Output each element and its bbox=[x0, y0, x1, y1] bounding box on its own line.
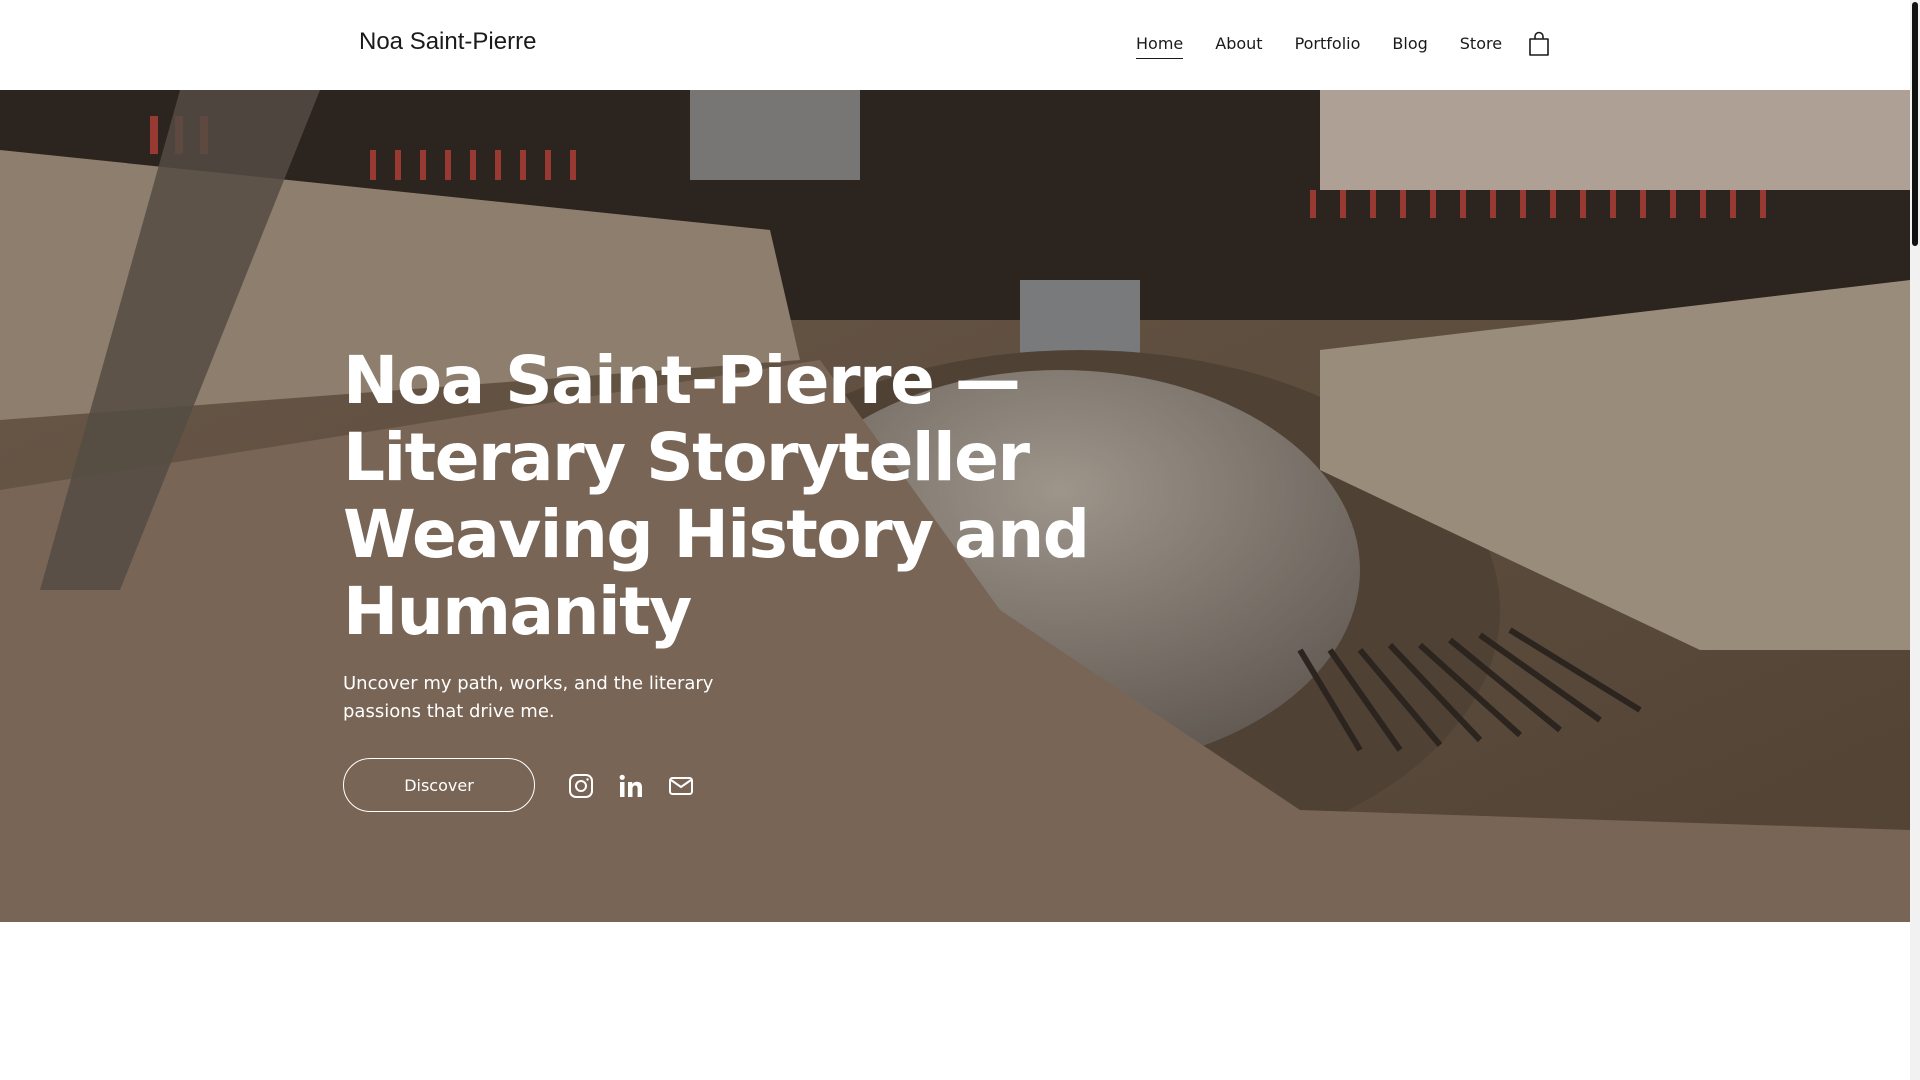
page: Noa Saint-Pierre Home About Portfolio Bl… bbox=[0, 0, 1920, 1080]
main-nav: Home About Portfolio Blog Store bbox=[1136, 34, 1534, 59]
nav-item-portfolio[interactable]: Portfolio bbox=[1295, 34, 1361, 57]
shopping-bag-icon[interactable] bbox=[1528, 31, 1550, 57]
nav-item-blog[interactable]: Blog bbox=[1392, 34, 1427, 57]
scrollbar-thumb[interactable] bbox=[1912, 2, 1918, 246]
email-icon[interactable] bbox=[668, 773, 694, 799]
hero-subtitle: Uncover my path, works, and the literary… bbox=[343, 673, 714, 722]
nav-item-about[interactable]: About bbox=[1215, 34, 1262, 57]
hero-section: Noa Saint-Pierre — Literary Storyteller … bbox=[0, 90, 1910, 922]
discover-button[interactable]: Discover bbox=[343, 758, 535, 812]
site-header: Noa Saint-Pierre Home About Portfolio Bl… bbox=[0, 0, 1910, 90]
hero-title: Noa Saint-Pierre — Literary Storyteller … bbox=[343, 342, 1090, 650]
vertical-scrollbar[interactable] bbox=[1910, 0, 1920, 1080]
nav-item-home[interactable]: Home bbox=[1136, 34, 1184, 59]
instagram-icon[interactable] bbox=[568, 773, 594, 799]
linkedin-icon[interactable] bbox=[618, 773, 644, 799]
site-title-link[interactable]: Noa Saint-Pierre bbox=[359, 28, 536, 56]
nav-item-store[interactable]: Store bbox=[1460, 34, 1502, 57]
